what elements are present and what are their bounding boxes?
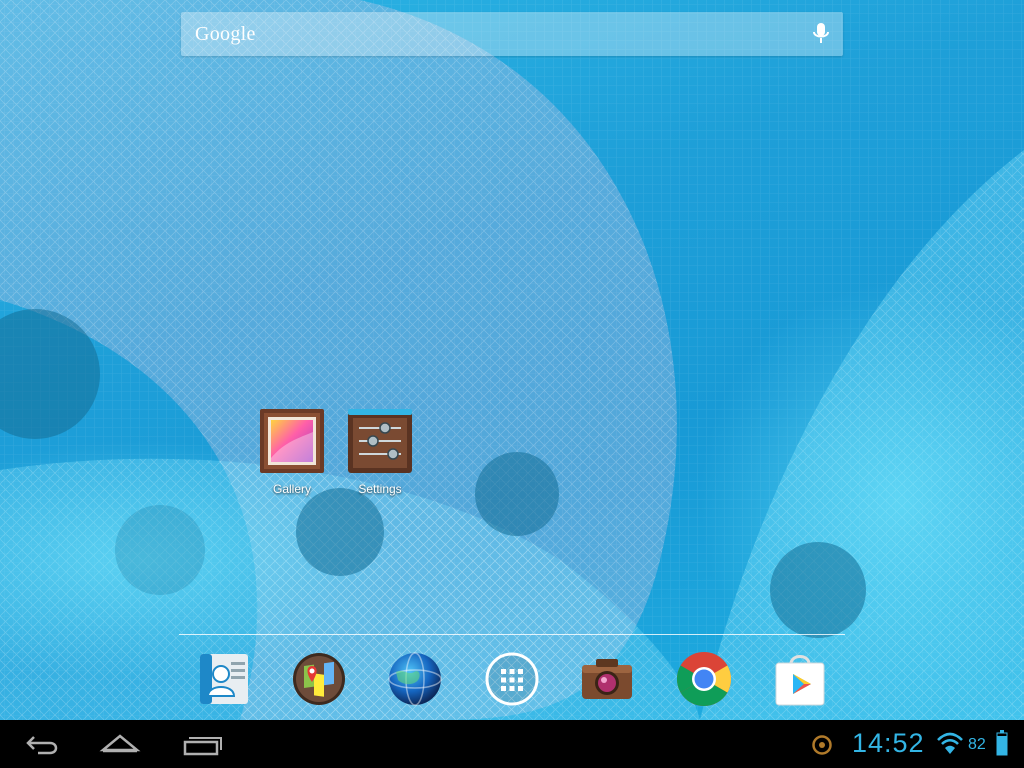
clock[interactable]: 14:52: [852, 728, 925, 759]
gallery-icon: [260, 409, 324, 473]
gallery-label: Gallery: [272, 482, 311, 496]
wifi-icon: [937, 732, 963, 754]
contacts-icon[interactable]: [195, 650, 253, 708]
gallery-shortcut[interactable]: Gallery: [247, 408, 337, 496]
system-navigation-bar: 14:52 82: [0, 720, 1024, 768]
settings-label: Settings: [358, 482, 402, 496]
microphone-icon[interactable]: [811, 22, 831, 46]
browser-globe-icon[interactable]: [386, 650, 444, 708]
search-label: Google: [195, 23, 256, 45]
all-apps-icon[interactable]: [483, 650, 541, 708]
wallpaper: [0, 0, 1024, 720]
recent-apps-icon[interactable]: [180, 728, 224, 760]
camera-icon[interactable]: [578, 650, 636, 708]
maps-icon[interactable]: [290, 650, 348, 708]
dock-divider: [179, 634, 845, 635]
settings-icon: [348, 409, 412, 473]
google-search-bar[interactable]: Google: [181, 12, 843, 56]
notification-circle-icon[interactable]: [811, 734, 833, 756]
settings-shortcut[interactable]: Settings: [335, 408, 425, 496]
chrome-icon[interactable]: [675, 650, 733, 708]
battery-icon: [996, 730, 1008, 756]
home-icon[interactable]: [98, 728, 142, 760]
battery-level: 82: [968, 736, 986, 753]
home-screen: Google Gallery Settings 14:52 82: [0, 0, 1024, 768]
back-icon[interactable]: [20, 728, 64, 760]
play-store-icon[interactable]: [771, 650, 829, 708]
